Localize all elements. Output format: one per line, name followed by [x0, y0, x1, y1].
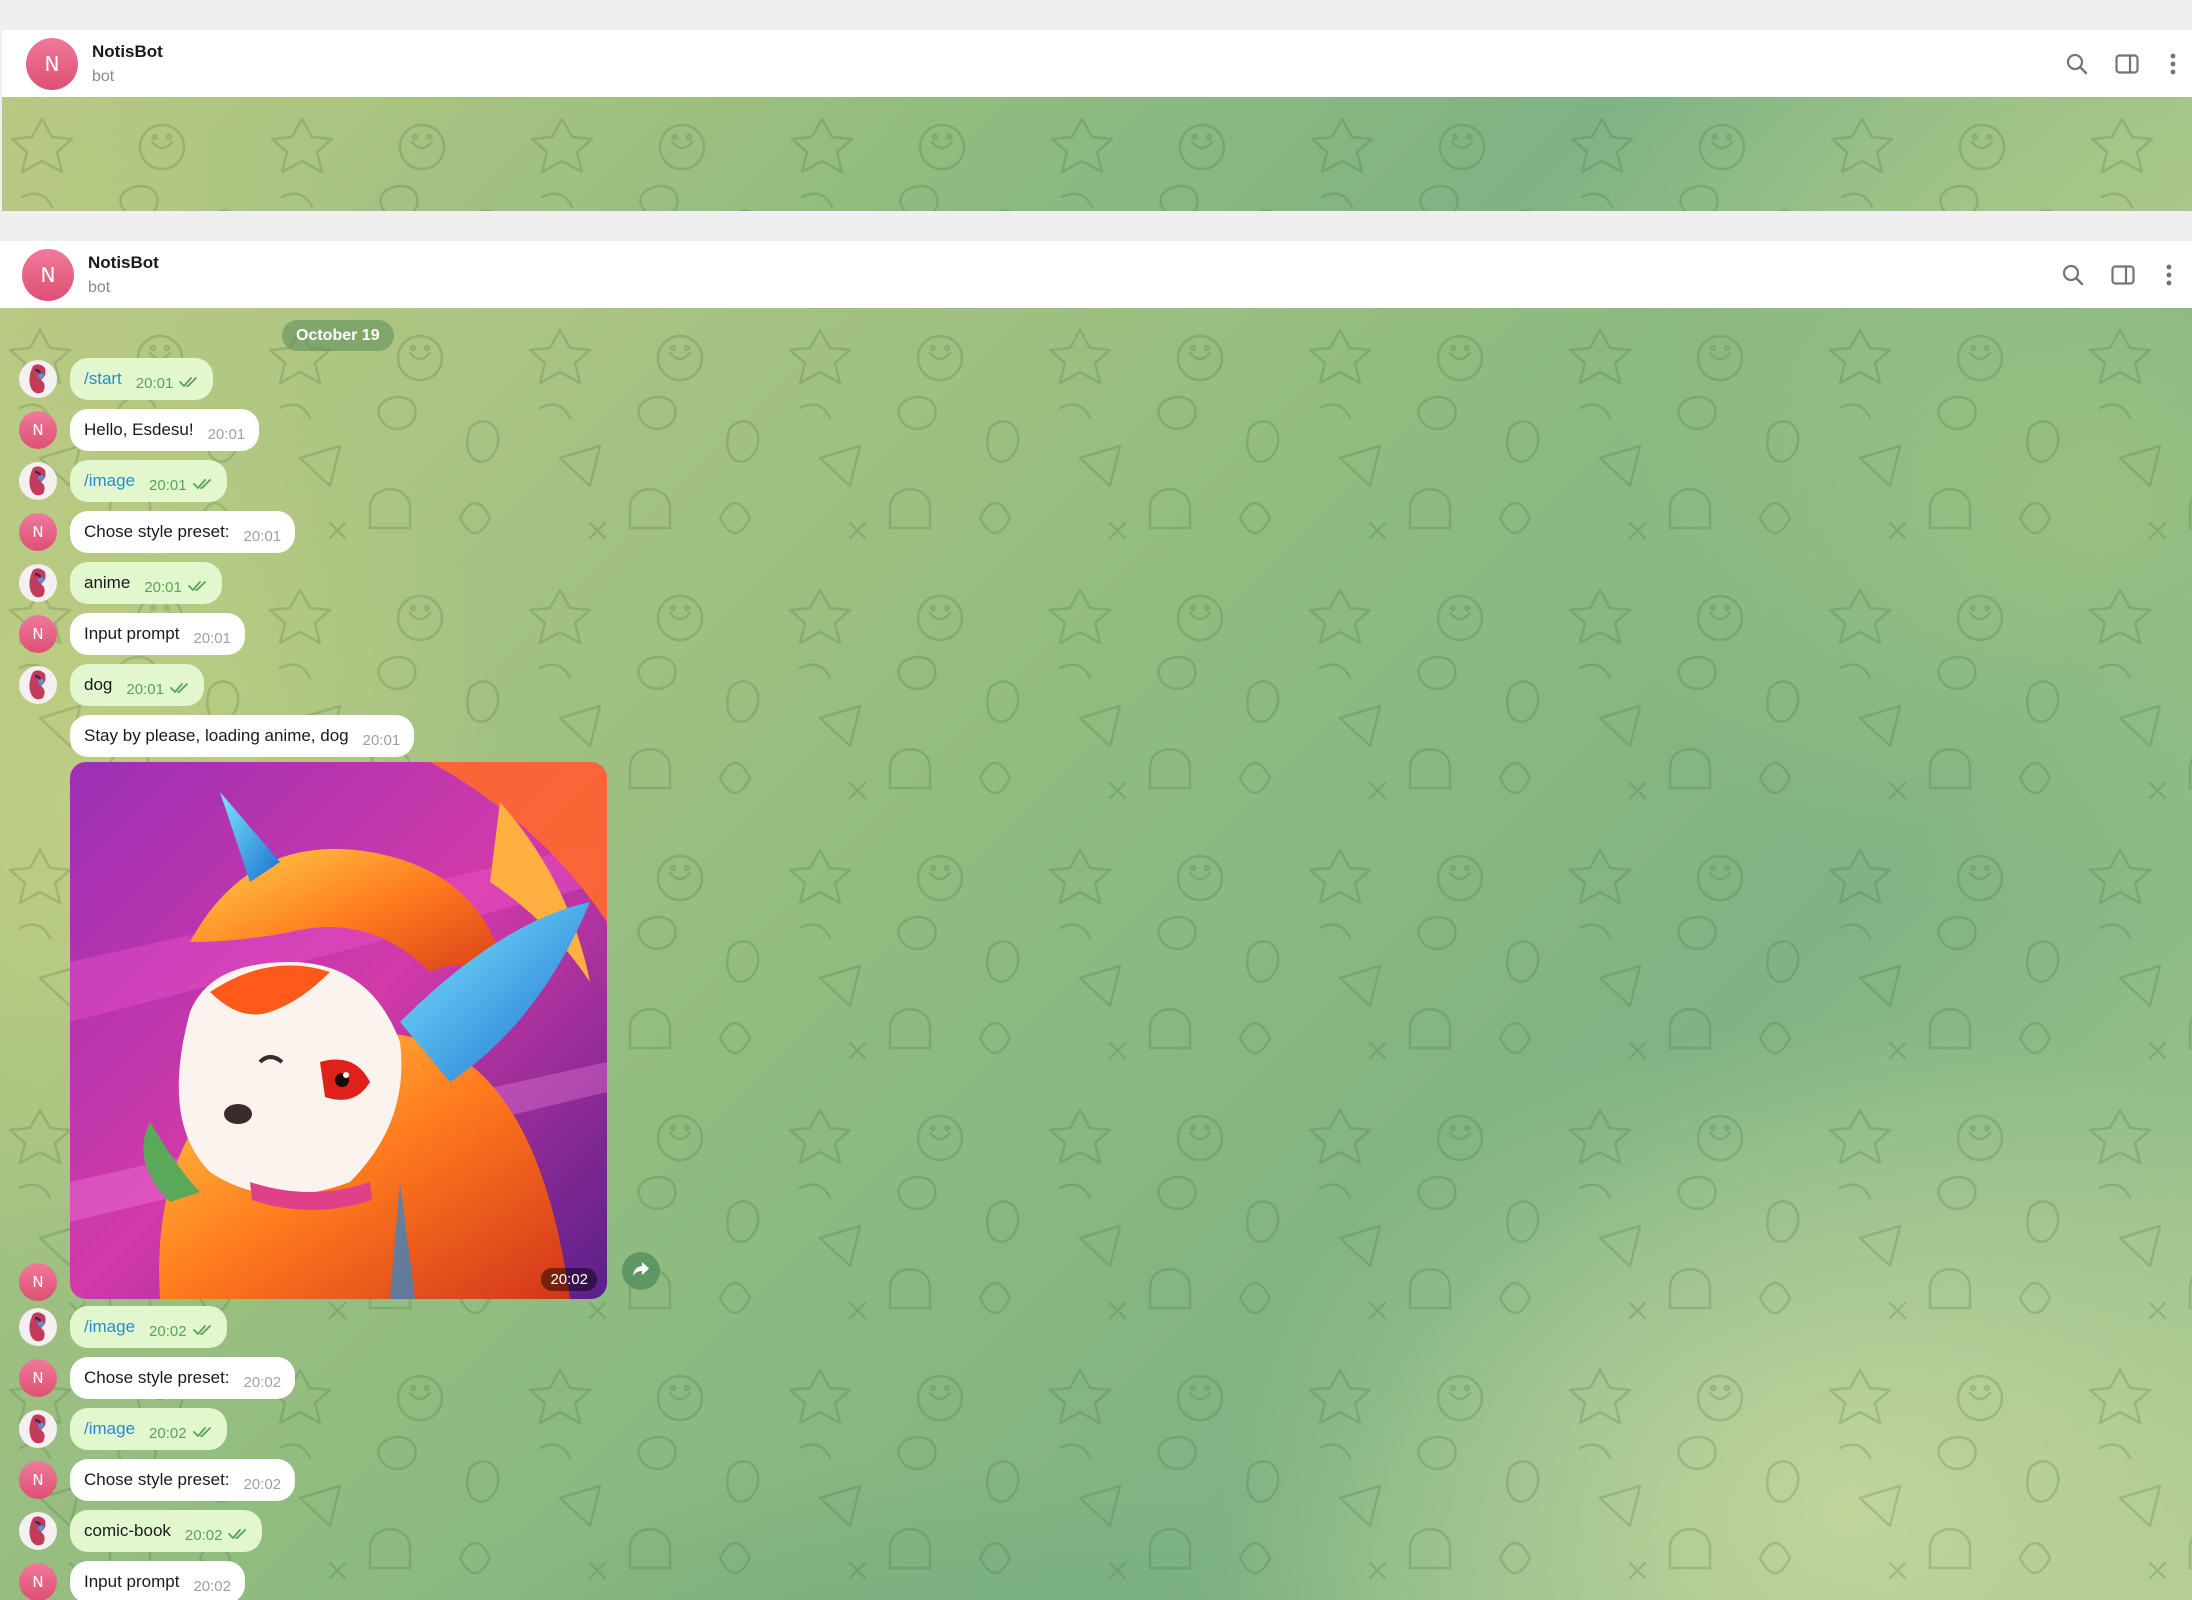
- message-time: 20:01: [243, 527, 282, 545]
- message-time: 20:01: [149, 476, 187, 494]
- message-text: dog: [84, 675, 113, 694]
- message-bubble[interactable]: Chose style preset: 20:02: [70, 1459, 296, 1501]
- read-ticks-icon: [192, 1324, 213, 1336]
- chat-title: NotisBot: [88, 252, 159, 272]
- message-time: 20:01: [207, 425, 246, 443]
- command-link[interactable]: /image: [84, 471, 135, 491]
- user-avatar[interactable]: [19, 564, 57, 602]
- sidebar-toggle-icon[interactable]: [2114, 51, 2140, 77]
- top-chat-header: N NotisBot bot: [2, 30, 2192, 97]
- chat-title: NotisBot: [92, 41, 163, 61]
- message-time: 20:02: [184, 1526, 223, 1544]
- chat-avatar[interactable]: N: [26, 37, 78, 90]
- message-text: Chose style preset:: [84, 522, 230, 541]
- message-time: 20:01: [135, 374, 174, 392]
- message-time: 20:02: [541, 1268, 597, 1291]
- read-ticks-icon: [192, 1426, 213, 1438]
- message-time: 20:02: [243, 1475, 282, 1493]
- chat-title-block[interactable]: NotisBot bot: [88, 253, 159, 297]
- message-bubble[interactable]: /image 20:02: [70, 1306, 227, 1348]
- generated-image[interactable]: 20:02: [70, 762, 607, 1299]
- message-bubble[interactable]: Chose style preset: 20:02: [70, 1357, 296, 1399]
- read-ticks-icon: [192, 478, 213, 490]
- message-text: Hello, Esdesu!: [84, 420, 194, 439]
- message-bubble[interactable]: /start 20:01: [70, 358, 214, 400]
- bot-avatar[interactable]: N: [19, 1563, 57, 1600]
- read-ticks-icon: [179, 376, 199, 388]
- read-ticks-icon: [187, 580, 208, 592]
- share-button[interactable]: [622, 1252, 660, 1290]
- chat-subtitle: bot: [92, 67, 115, 85]
- message-text: Stay by please, loading anime, dog: [84, 726, 349, 745]
- read-ticks-icon: [228, 1528, 248, 1540]
- read-ticks-icon: [170, 682, 190, 694]
- user-avatar[interactable]: [19, 1512, 57, 1550]
- message-time: 20:02: [149, 1322, 187, 1340]
- user-avatar[interactable]: [19, 1308, 57, 1346]
- search-icon[interactable]: [2060, 262, 2086, 288]
- message-bubble[interactable]: Hello, Esdesu! 20:01: [70, 409, 260, 451]
- bot-avatar[interactable]: N: [19, 615, 57, 653]
- message-time: 20:01: [144, 578, 182, 596]
- message-bubble[interactable]: anime 20:01: [70, 562, 222, 604]
- user-avatar[interactable]: [19, 360, 57, 398]
- date-separator: October 19: [282, 320, 394, 351]
- top-chat-window: N NotisBot bot: [2, 30, 2192, 211]
- user-avatar[interactable]: [19, 462, 57, 500]
- message-time: 20:01: [126, 680, 164, 698]
- message-text: Input prompt: [84, 624, 180, 643]
- user-avatar[interactable]: [19, 666, 57, 704]
- user-avatar[interactable]: [19, 1410, 57, 1448]
- more-vertical-icon[interactable]: [2156, 262, 2182, 288]
- message-bubble[interactable]: comic-book 20:02: [70, 1510, 263, 1552]
- bot-avatar[interactable]: N: [19, 411, 57, 449]
- message-time: 20:02: [193, 1577, 231, 1595]
- message-bubble[interactable]: Input prompt 20:01: [70, 613, 245, 655]
- anime-dog-image: [70, 762, 607, 1299]
- bot-avatar[interactable]: N: [19, 1359, 57, 1397]
- header-actions: [2064, 30, 2192, 97]
- header-actions: [2060, 241, 2192, 308]
- main-chat-window: N NotisBot bot October 19 /start 20:01 N…: [0, 241, 2192, 1600]
- bot-avatar[interactable]: N: [19, 1461, 57, 1499]
- command-link[interactable]: /image: [84, 1317, 135, 1337]
- chat-wallpaper: [2, 97, 2192, 211]
- message-text: Input prompt: [84, 1572, 180, 1591]
- message-bubble[interactable]: Stay by please, loading anime, dog 20:01: [70, 715, 415, 757]
- message-bubble[interactable]: /image 20:02: [70, 1408, 227, 1450]
- message-text: anime: [84, 573, 131, 592]
- more-vertical-icon[interactable]: [2160, 51, 2186, 77]
- message-bubble[interactable]: dog 20:01: [70, 664, 204, 706]
- main-chat-header: N NotisBot bot: [0, 241, 2192, 308]
- message-time: 20:02: [243, 1373, 282, 1391]
- search-icon[interactable]: [2064, 51, 2090, 77]
- chat-title-block[interactable]: NotisBot bot: [92, 42, 163, 86]
- chat-subtitle: bot: [88, 278, 111, 296]
- bot-avatar[interactable]: N: [19, 1263, 57, 1301]
- command-link[interactable]: /start: [84, 369, 122, 389]
- message-text: Chose style preset:: [84, 1368, 230, 1387]
- command-link[interactable]: /image: [84, 1419, 135, 1439]
- message-text: Chose style preset:: [84, 1470, 230, 1489]
- message-time: 20:01: [362, 731, 401, 749]
- chat-avatar[interactable]: N: [22, 248, 74, 301]
- message-bubble[interactable]: Input prompt 20:02: [70, 1561, 245, 1600]
- message-list[interactable]: October 19 /start 20:01 N Hello, Esdesu!…: [0, 308, 2192, 1600]
- message-bubble[interactable]: /image 20:01: [70, 460, 227, 502]
- bot-avatar[interactable]: N: [19, 513, 57, 551]
- message-time: 20:02: [149, 1424, 187, 1442]
- forward-arrow-icon: [631, 1260, 651, 1283]
- message-text: comic-book: [84, 1521, 171, 1540]
- wallpaper-pattern: [2, 97, 2192, 211]
- sidebar-toggle-icon[interactable]: [2110, 262, 2136, 288]
- message-bubble[interactable]: Chose style preset: 20:01: [70, 511, 296, 553]
- message-time: 20:01: [193, 629, 231, 647]
